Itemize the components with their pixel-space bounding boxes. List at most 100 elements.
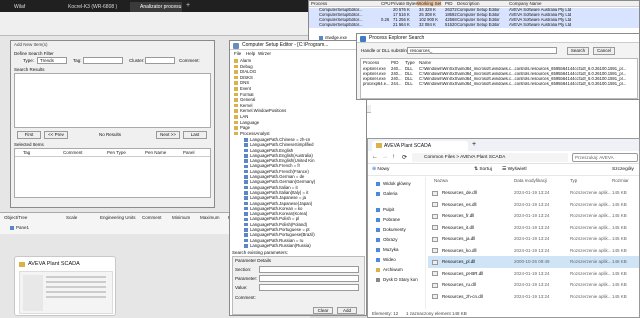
file-row[interactable]: Resources_ja.dll 2024-01-19 13:24 Rozszerz… [428, 233, 639, 245]
col-scale[interactable]: Scale [66, 215, 77, 220]
folder-icon [234, 64, 238, 69]
search-results-list[interactable] [14, 73, 211, 128]
menu-wirzer[interactable]: Wirzer [258, 50, 271, 57]
col-process[interactable]: Process [311, 1, 327, 6]
add-button[interactable]: Add [337, 307, 357, 314]
table-row[interactable]: procexp64.e... 244... DLL C:\Windows\Win… [361, 82, 637, 87]
file-row[interactable]: Resources_es.dll 2024-01-19 13:24 Rozszerz… [428, 199, 639, 211]
file-row[interactable]: Resources_ru.dll 2024-01-19 13:24 Rozszerz… [428, 279, 639, 291]
breadcrumb-aveva[interactable]: AVEVA Plant SCADA [460, 155, 505, 160]
cluster-select[interactable] [145, 57, 175, 64]
new-tab-button[interactable]: + [186, 2, 190, 9]
nav-item-video[interactable]: Wideo [376, 255, 396, 265]
file-row[interactable]: Resources_pl.dll 2000-10-26 09:49 Rozszerz… [428, 256, 639, 268]
column-pen-name[interactable]: Pen Name [145, 150, 166, 155]
col-minimum[interactable]: Minimum [172, 215, 190, 220]
breadcrumb-common-files[interactable]: Common Files [424, 155, 455, 160]
back-arrow-icon[interactable]: ← [372, 154, 378, 160]
col-company[interactable]: Company Name [509, 1, 542, 6]
selected-items-table[interactable]: Tag Comment Pen Type Pen Name Panel [14, 148, 211, 198]
nav-item-gallery[interactable]: Galeria [376, 189, 398, 199]
tree-item[interactable]: ProcessAnalyst [234, 131, 286, 137]
file-row[interactable]: Resources_fr.dll 2024-01-19 13:24 Rozszerz… [428, 210, 639, 222]
forward-arrow-icon[interactable]: → [382, 154, 388, 160]
substring-input[interactable]: resources_ [407, 47, 557, 54]
file-type: Rozszerzenie aplik... [570, 236, 612, 241]
col-pid[interactable]: PID [445, 1, 453, 6]
type-select[interactable]: Trends [37, 57, 67, 64]
col-cpu[interactable]: CPU [381, 1, 391, 6]
last-button[interactable]: Last [183, 131, 207, 139]
prev-button[interactable]: << Prev [44, 131, 68, 139]
nav-item-music[interactable]: Muzyka [376, 245, 399, 255]
pane1-item[interactable]: Pane1 [10, 225, 29, 230]
col-date[interactable]: Data modyfikacji [514, 178, 547, 183]
up-arrow-icon[interactable]: ↑ [392, 154, 395, 160]
tab-kocrel[interactable]: Kocrel-K3 (WR-6808 ) [58, 2, 128, 12]
file-row[interactable]: Resources_pt-BR.dll 2024-01-19 13:24 Rozsz… [428, 268, 639, 280]
col-description[interactable]: Description [457, 1, 480, 6]
first-button[interactable]: First [17, 131, 41, 139]
file-row[interactable]: Resources_zh-cn.dll 2024-01-19 13:24 Rozsz… [428, 291, 639, 303]
col-working-set[interactable]: Working Set [417, 1, 442, 6]
search-input[interactable]: Przeszukaj: AVEVA [572, 153, 638, 162]
taskbar-preview[interactable]: AVEVA Plant SCADA [14, 256, 116, 316]
col-maximum[interactable]: Maximum [200, 215, 220, 220]
file-row[interactable]: Resources_ko.dll 2024-01-19 13:24 Rozszerz… [428, 245, 639, 257]
column-panel[interactable]: Panel [183, 150, 195, 155]
nav-item-pictures[interactable]: Obrazy [376, 235, 398, 245]
col-process[interactable]: Process [363, 60, 379, 65]
new-tab-button[interactable]: + [472, 141, 476, 148]
nav-item-downloads[interactable]: Pobrane [376, 215, 400, 225]
search-button[interactable]: Search [567, 46, 589, 55]
param-item[interactable]: LanguagePath.Russian(Russia) [244, 243, 315, 248]
nav-item-home[interactable]: Widok główny [376, 179, 411, 189]
col-type[interactable]: Type [405, 60, 415, 65]
col-type[interactable]: Typ [570, 178, 577, 183]
nav-item-archive[interactable]: Archiwum [376, 265, 403, 275]
cancel-button[interactable]: Cancel [593, 46, 615, 55]
tag-input[interactable] [83, 57, 123, 64]
new-button[interactable]: ⊕ Nowy [372, 164, 389, 176]
dll-file-icon [432, 236, 438, 242]
col-comment[interactable]: Comment [142, 215, 162, 220]
file-row[interactable]: Resources_de.dll 2024-01-19 13:24 Rozszerz… [428, 187, 639, 199]
next-button[interactable]: Next >> [156, 131, 180, 139]
nav-item-desktop[interactable]: Pulpit [376, 205, 394, 215]
tab-analizator[interactable]: Analizator procesu [130, 2, 182, 12]
menu-help[interactable]: Help [246, 50, 255, 57]
col-engineering-units[interactable]: Engineering Units [100, 215, 136, 220]
column-pen-type[interactable]: Pen Type [107, 150, 126, 155]
file-name: Resources_fr.dll [442, 213, 475, 218]
nav-item-documents[interactable]: Dokumenty [376, 225, 406, 235]
explorer-tab[interactable]: AVEVA Plant SCADA [372, 141, 468, 151]
sort-button[interactable]: ⇅ Sortuj [474, 164, 492, 176]
section-input[interactable] [259, 266, 359, 273]
nav-item-drive-d[interactable]: Dysk D Stary kon [376, 275, 418, 285]
col-pid[interactable]: PID [391, 60, 399, 65]
col-object-tree[interactable]: Object/Tree [4, 215, 27, 220]
download-icon [376, 217, 380, 222]
view-button[interactable]: ☰ Wyświetl [502, 164, 527, 176]
param-icon [244, 143, 248, 147]
parameter-input[interactable] [259, 275, 359, 282]
col-name[interactable]: Name [419, 60, 431, 65]
clear-button[interactable]: Clear [313, 307, 333, 314]
col-name[interactable]: Nazwa [434, 178, 448, 183]
value-input[interactable] [259, 284, 359, 291]
file-row[interactable]: Resources_it.dll 2024-01-19 13:24 Rozszerz… [428, 222, 639, 234]
add-new-item-dialog: Add New Item(s) Define Search Filter Typ… [10, 40, 215, 208]
tab-wilaf[interactable]: Wilaf [4, 2, 56, 12]
table-row[interactable]: ComputerSetupEditor... 21 564 K 32 084 K… [309, 23, 639, 28]
column-comment[interactable]: Comment [63, 150, 83, 155]
file-type: Rozszerzenie aplik... [570, 293, 612, 299]
menu-file[interactable]: File [234, 50, 241, 57]
col-size[interactable]: Rozmiar [612, 178, 629, 183]
folder-icon [234, 81, 238, 85]
preview-thumbnail [19, 271, 113, 314]
refresh-icon[interactable]: ⟳ [402, 154, 407, 161]
address-bar[interactable]: Common Files > AVEVA Plant SCADA [412, 153, 568, 162]
details-button[interactable]: Szczegóły [612, 164, 634, 176]
col-private-bytes[interactable]: Private Bytes [391, 1, 418, 6]
column-tag[interactable]: Tag [23, 150, 30, 155]
